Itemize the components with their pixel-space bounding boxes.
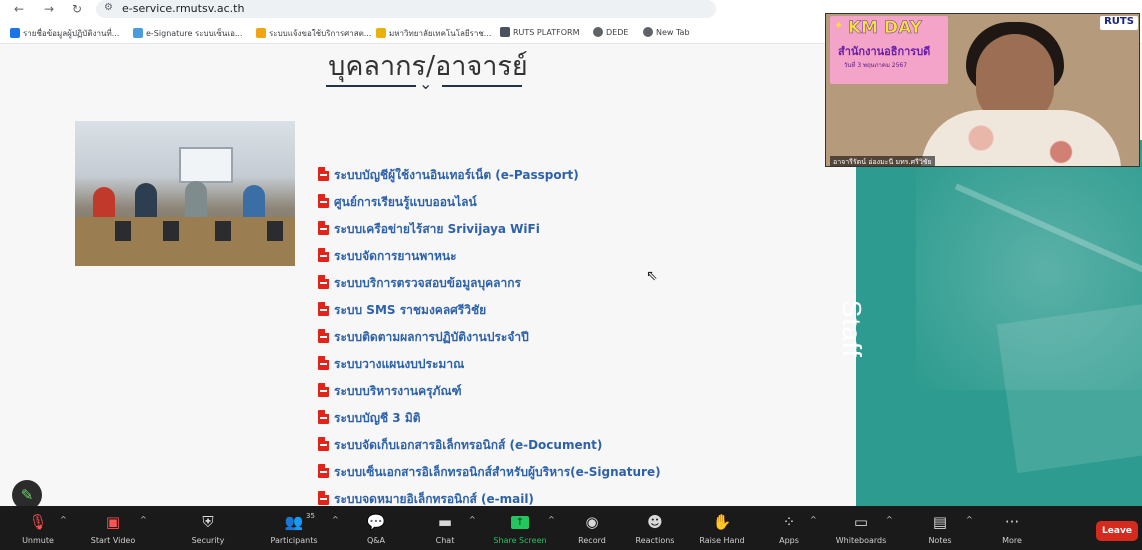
forward-arrow-icon[interactable]: →: [44, 2, 54, 16]
notes-button[interactable]: ▤ ^ Notes: [922, 506, 972, 550]
km-day-date: วันที่ 3 พฤษภาคม 2567: [844, 62, 908, 69]
bookmark-item[interactable]: New Tab: [643, 27, 690, 37]
photo-desk: [75, 217, 295, 266]
bookmark-item[interactable]: e-Signature ระบบเซ็นเอ...: [133, 27, 243, 40]
bookmark-item[interactable]: RUTS PLATFORM: [500, 27, 579, 37]
staff-banner: [856, 140, 1142, 506]
chevron-up-icon[interactable]: ^: [548, 515, 555, 524]
lightbulb-icon: ✦: [834, 19, 844, 32]
site-settings-icon[interactable]: ⚙: [104, 2, 113, 13]
pdf-icon: [318, 410, 329, 424]
record-button[interactable]: ◉ Record: [572, 506, 612, 550]
participant-body: [921, 110, 1121, 166]
url-text: e-service.rmutsv.ac.th: [122, 2, 245, 15]
globe-icon: [593, 27, 603, 37]
pencil-icon: ✎: [20, 486, 34, 504]
bookmark-icon: [376, 28, 386, 38]
bookmark-icon: [133, 28, 143, 38]
ruts-logo: RUTS: [1100, 16, 1138, 30]
video-off-icon: ▣: [105, 513, 121, 531]
share-screen-button[interactable]: ↑ ^ Share Screen: [488, 506, 555, 550]
chevron-up-icon[interactable]: ^: [140, 515, 147, 524]
photo-monitor: [215, 221, 231, 241]
title-divider-left: [326, 85, 416, 87]
pdf-icon: [318, 491, 329, 505]
back-arrow-icon[interactable]: ←: [14, 2, 24, 16]
bookmark-item[interactable]: DEDE: [593, 27, 628, 37]
km-day-subtitle: สำนักงานอธิการบดี: [838, 45, 931, 58]
raise-hand-button[interactable]: ✋ Raise Hand: [695, 506, 749, 550]
bookmark-item[interactable]: มหาวิทยาลัยเทคโนโลยีราช...: [376, 27, 491, 40]
chevron-up-icon[interactable]: ^: [332, 515, 339, 524]
apps-button[interactable]: ⁘ ^ Apps: [772, 506, 817, 550]
bookmark-icon: [10, 28, 20, 38]
km-day-title: KM DAY: [848, 18, 922, 39]
pdf-icon: [318, 464, 329, 478]
participants-button[interactable]: 👥 35 ^ Participants: [264, 506, 339, 550]
pdf-icon: [318, 248, 329, 262]
photo-monitor: [163, 221, 179, 241]
chevron-up-icon[interactable]: ^: [60, 515, 67, 524]
qa-button[interactable]: 💬 Q&A: [356, 506, 396, 550]
chat-icon: ▬: [437, 513, 453, 531]
reactions-icon: ☻: [647, 513, 663, 531]
title-divider-right: [442, 85, 522, 87]
participant-name-label: อาจารีรัตน์ อ่องมะนี มทร.ศรีวิชัย: [830, 156, 935, 166]
qa-icon: 💬: [366, 513, 386, 531]
pdf-icon: [318, 437, 329, 451]
notes-icon: ▤: [932, 513, 948, 531]
participants-count: 35: [306, 512, 315, 520]
unmute-button[interactable]: 🎙 ^ Unmute: [14, 506, 67, 550]
security-button[interactable]: ⛨ Security: [184, 506, 232, 550]
pdf-icon: [318, 167, 329, 181]
participants-icon: 👥: [284, 513, 304, 531]
reload-icon[interactable]: ↻: [72, 2, 82, 16]
staff-label: Staff: [837, 300, 867, 359]
km-day-banner: ✦ KM DAY สำนักงานอธิการบดี วันที่ 3 พฤษภ…: [830, 16, 948, 84]
photo-monitor: [267, 221, 283, 241]
apps-icon: ⁘: [782, 513, 796, 531]
projector-screen: [179, 147, 233, 183]
whiteboard-icon: ▭: [853, 513, 869, 531]
bookmark-icon: [500, 27, 510, 37]
more-button[interactable]: ··· More: [994, 506, 1030, 550]
zoom-screen-share-window: ← → ↻ ⚙ e-service.rmutsv.ac.th รายชื่อข้…: [0, 0, 1142, 550]
pdf-icon: [318, 221, 329, 235]
hand-icon: ✋: [712, 513, 732, 531]
pdf-icon: [318, 194, 329, 208]
bookmark-item[interactable]: ระบบแจ้งขอใช้บริการศาสต...: [256, 27, 371, 40]
pdf-icon: [318, 302, 329, 316]
chevron-up-icon[interactable]: ^: [810, 515, 817, 524]
url-field[interactable]: ⚙ e-service.rmutsv.ac.th: [96, 0, 716, 18]
bookmark-icon: [256, 28, 266, 38]
reactions-button[interactable]: ☻ Reactions: [630, 506, 680, 550]
pdf-icon: [318, 275, 329, 289]
pdf-icon: [318, 329, 329, 343]
computer-lab-photo: [75, 121, 295, 266]
start-video-button[interactable]: ▣ ^ Start Video: [82, 506, 147, 550]
globe-icon: [643, 27, 653, 37]
whiteboards-button[interactable]: ▭ ^ Whiteboards: [832, 506, 893, 550]
share-screen-icon: ↑: [511, 516, 529, 529]
muted-mic-icon: 🎙: [28, 513, 48, 531]
photo-monitor: [115, 221, 131, 241]
shield-icon: ⛨: [202, 513, 214, 531]
chevron-up-icon[interactable]: ^: [886, 515, 893, 524]
participant-video-tile[interactable]: ✦ KM DAY สำนักงานอธิการบดี วันที่ 3 พฤษภ…: [825, 13, 1140, 167]
bookmark-item[interactable]: รายชื่อข้อมูลผู้ปฏิบัติงานที่...: [10, 27, 119, 40]
more-dots-icon: ···: [1004, 513, 1020, 531]
meeting-toolbar: 🎙 ^ Unmute ▣ ^ Start Video ⛨ Security 👥 …: [0, 506, 1142, 550]
chat-button[interactable]: ▬ ^ Chat: [425, 506, 476, 550]
chevron-up-icon[interactable]: ^: [966, 515, 973, 524]
record-icon: ◉: [585, 513, 599, 531]
leave-button[interactable]: Leave: [1096, 521, 1138, 541]
mouse-cursor-icon: ⇖: [646, 268, 658, 284]
chevron-down-icon: ⌄: [419, 74, 433, 93]
pdf-icon: [318, 356, 329, 370]
chevron-up-icon[interactable]: ^: [469, 515, 476, 524]
pdf-icon: [318, 383, 329, 397]
banner-paper: [996, 296, 1142, 474]
